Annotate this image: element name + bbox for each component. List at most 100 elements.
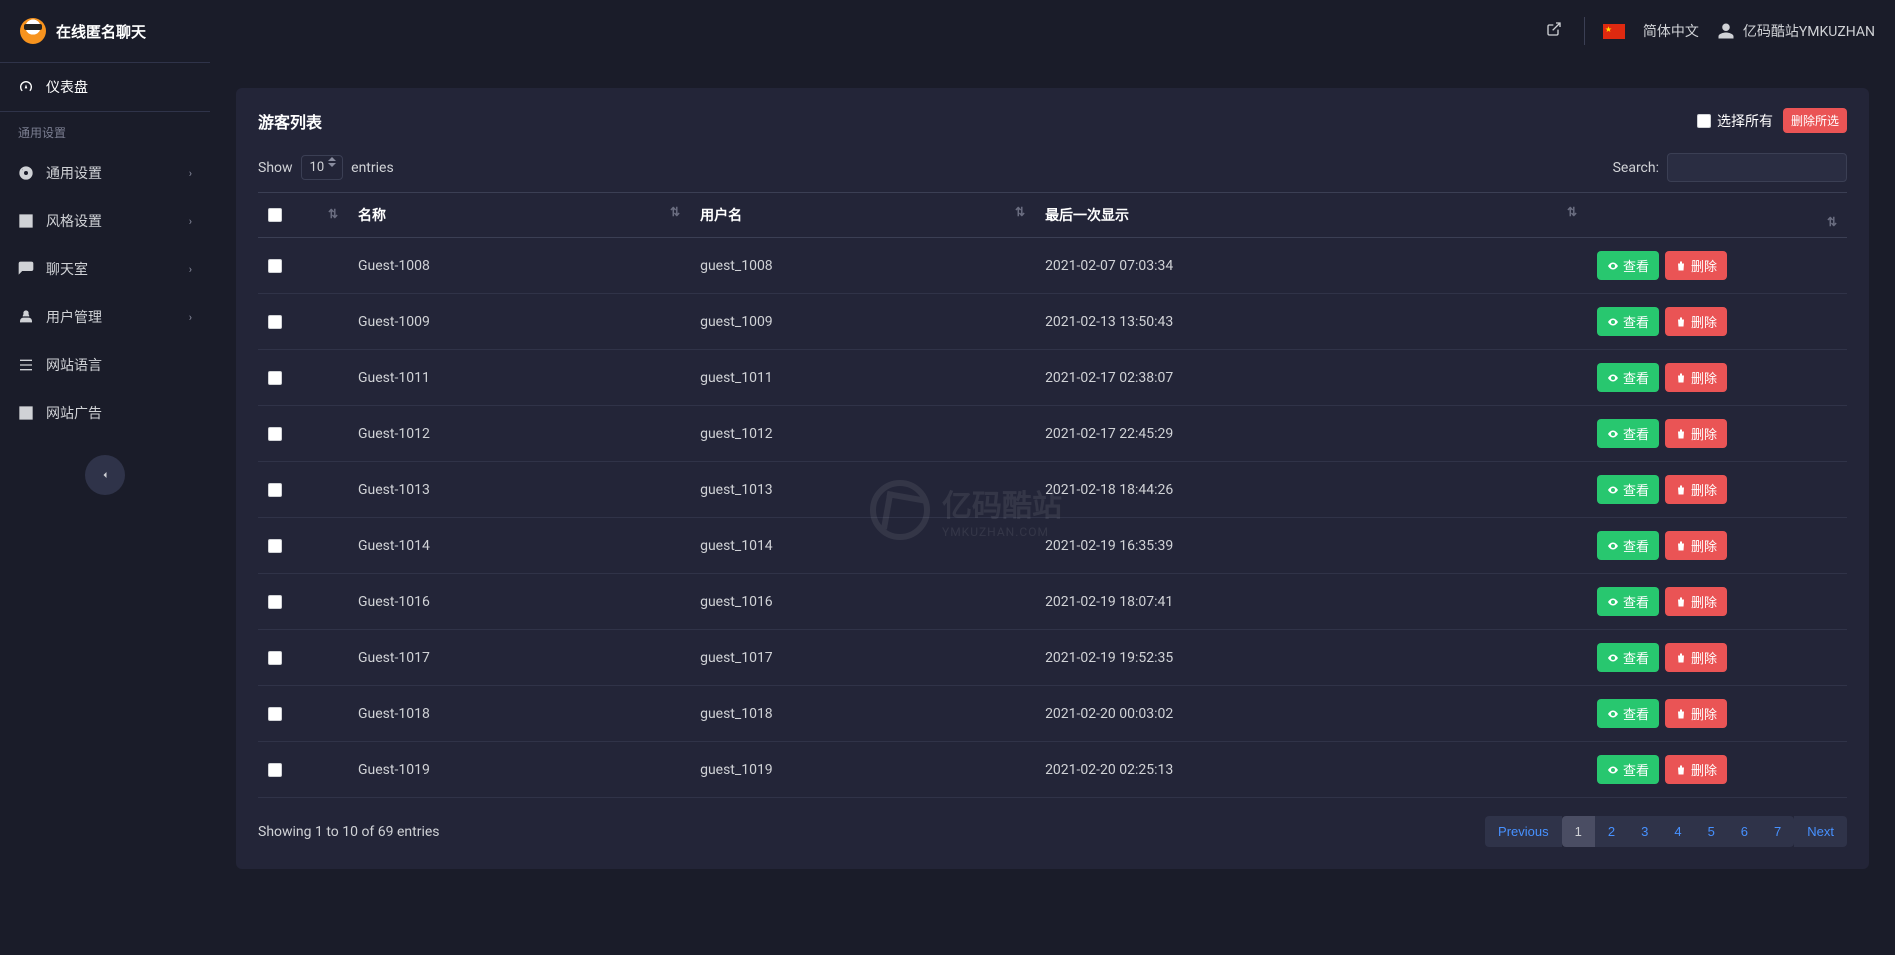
header-checkbox[interactable] [268, 208, 282, 222]
delete-button[interactable]: 删除 [1665, 587, 1727, 616]
sidebar-item-3[interactable]: 用户管理› [0, 293, 210, 341]
delete-button[interactable]: 删除 [1665, 475, 1727, 504]
page-5[interactable]: 5 [1695, 816, 1728, 847]
eye-icon [1607, 372, 1619, 384]
row-checkbox[interactable] [268, 483, 282, 497]
col-checkbox[interactable] [258, 193, 348, 238]
sidebar-item-1[interactable]: 风格设置› [0, 197, 210, 245]
cell-username: guest_1013 [690, 462, 1035, 518]
cell-last-seen: 2021-02-19 19:52:35 [1035, 630, 1587, 686]
view-button[interactable]: 查看 [1597, 419, 1659, 448]
entries-length-control: Show 10 entries [258, 155, 394, 180]
username-label: 亿码酷站YMKUZHAN [1743, 21, 1875, 41]
cell-last-seen: 2021-02-07 07:03:34 [1035, 238, 1587, 294]
delete-selected-button[interactable]: 删除所选 [1783, 108, 1847, 133]
eye-icon [1607, 708, 1619, 720]
col-actions[interactable] [1587, 193, 1847, 238]
cell-username: guest_1011 [690, 350, 1035, 406]
select-all-checkbox[interactable] [1697, 114, 1711, 128]
row-checkbox[interactable] [268, 707, 282, 721]
sidebar-collapse-button[interactable] [85, 455, 125, 495]
external-link-icon[interactable] [1542, 17, 1566, 45]
sidebar-item-0[interactable]: 通用设置› [0, 149, 210, 197]
guests-table: 名称 用户名 最后一次显示 Guest-1008guest_10082021-0… [258, 192, 1847, 798]
topbar-divider [1584, 17, 1585, 45]
delete-button[interactable]: 删除 [1665, 755, 1727, 784]
page-7[interactable]: 7 [1761, 816, 1794, 847]
col-username[interactable]: 用户名 [690, 193, 1035, 238]
view-button[interactable]: 查看 [1597, 699, 1659, 728]
sidebar-item-label: 聊天室 [46, 259, 88, 279]
delete-button[interactable]: 删除 [1665, 251, 1727, 280]
row-checkbox[interactable] [268, 371, 282, 385]
row-checkbox[interactable] [268, 315, 282, 329]
page-3[interactable]: 3 [1628, 816, 1661, 847]
user-menu[interactable]: 亿码酷站YMKUZHAN [1717, 21, 1875, 41]
view-button[interactable]: 查看 [1597, 251, 1659, 280]
cell-username: guest_1017 [690, 630, 1035, 686]
table-row: Guest-1019guest_10192021-02-20 02:25:13查… [258, 742, 1847, 798]
cell-name: Guest-1011 [348, 350, 690, 406]
sidebar-item-5[interactable]: 网站广告 [0, 389, 210, 437]
table-row: Guest-1018guest_10182021-02-20 00:03:02查… [258, 686, 1847, 742]
view-button[interactable]: 查看 [1597, 531, 1659, 560]
sidebar-item-4[interactable]: 网站语言 [0, 341, 210, 389]
row-checkbox[interactable] [268, 651, 282, 665]
table-row: Guest-1008guest_10082021-02-07 07:03:34查… [258, 238, 1847, 294]
view-button[interactable]: 查看 [1597, 307, 1659, 336]
row-checkbox[interactable] [268, 539, 282, 553]
table-row: Guest-1017guest_10172021-02-19 19:52:35 查… [258, 630, 1847, 686]
select-all-label: 选择所有 [1717, 111, 1773, 131]
cell-name: Guest-1017 [348, 630, 690, 686]
guest-list-card: 游客列表 选择所有 删除所选 Show 10 [236, 88, 1869, 869]
view-button[interactable]: 查看 [1597, 587, 1659, 616]
nav-icon-1 [18, 213, 34, 229]
view-button[interactable]: 查看 [1597, 363, 1659, 392]
sidebar-item-2[interactable]: 聊天室 › [0, 245, 210, 293]
search-input[interactable] [1667, 153, 1847, 182]
page-prev[interactable]: Previous [1485, 816, 1562, 847]
brand[interactable]: 在线匿名聊天 [0, 18, 210, 44]
row-checkbox[interactable] [268, 763, 282, 777]
page-2[interactable]: 2 [1595, 816, 1628, 847]
select-all-wrapper[interactable]: 选择所有 [1697, 111, 1773, 131]
nav-dashboard[interactable]: 仪表盘 [0, 62, 210, 112]
delete-button[interactable]: 删除 [1665, 419, 1727, 448]
delete-button[interactable]: 删除 [1665, 531, 1727, 560]
cell-last-seen: 2021-02-13 13:50:43 [1035, 294, 1587, 350]
row-checkbox[interactable] [268, 259, 282, 273]
cell-name: Guest-1009 [348, 294, 690, 350]
delete-button[interactable]: 删除 [1665, 643, 1727, 672]
delete-button[interactable]: 删除 [1665, 307, 1727, 336]
page-6[interactable]: 6 [1728, 816, 1761, 847]
sidebar-item-label: 通用设置 [46, 163, 102, 183]
col-last-seen[interactable]: 最后一次显示 [1035, 193, 1587, 238]
view-button[interactable]: 查看 [1597, 475, 1659, 504]
page-length-select[interactable]: 10 [301, 155, 344, 180]
row-checkbox[interactable] [268, 427, 282, 441]
cell-last-seen: 2021-02-20 02:25:13 [1035, 742, 1587, 798]
chevron-right-icon: › [189, 263, 192, 276]
nav-icon-5 [18, 405, 34, 421]
trash-icon [1675, 596, 1687, 608]
eye-icon [1607, 316, 1619, 328]
eye-icon [1607, 428, 1619, 440]
page-4[interactable]: 4 [1661, 816, 1694, 847]
page-1[interactable]: 1 [1562, 816, 1595, 847]
table-row: Guest-1014guest_10142021-02-19 16:35:39查… [258, 518, 1847, 574]
page-next[interactable]: Next [1794, 816, 1847, 847]
language-selector[interactable]: 简体中文 [1643, 21, 1699, 41]
view-button[interactable]: 查看 [1597, 755, 1659, 784]
chevron-right-icon: › [189, 311, 192, 324]
trash-icon [1675, 764, 1687, 776]
view-button[interactable]: 查看 [1597, 643, 1659, 672]
row-checkbox[interactable] [268, 595, 282, 609]
col-name[interactable]: 名称 [348, 193, 690, 238]
dashboard-icon [18, 79, 34, 95]
delete-button[interactable]: 删除 [1665, 699, 1727, 728]
cell-name: Guest-1019 [348, 742, 690, 798]
trash-icon [1675, 540, 1687, 552]
show-label: Show [258, 160, 293, 176]
delete-button[interactable]: 删除 [1665, 363, 1727, 392]
table-row: Guest-1009guest_10092021-02-13 13:50:43查… [258, 294, 1847, 350]
